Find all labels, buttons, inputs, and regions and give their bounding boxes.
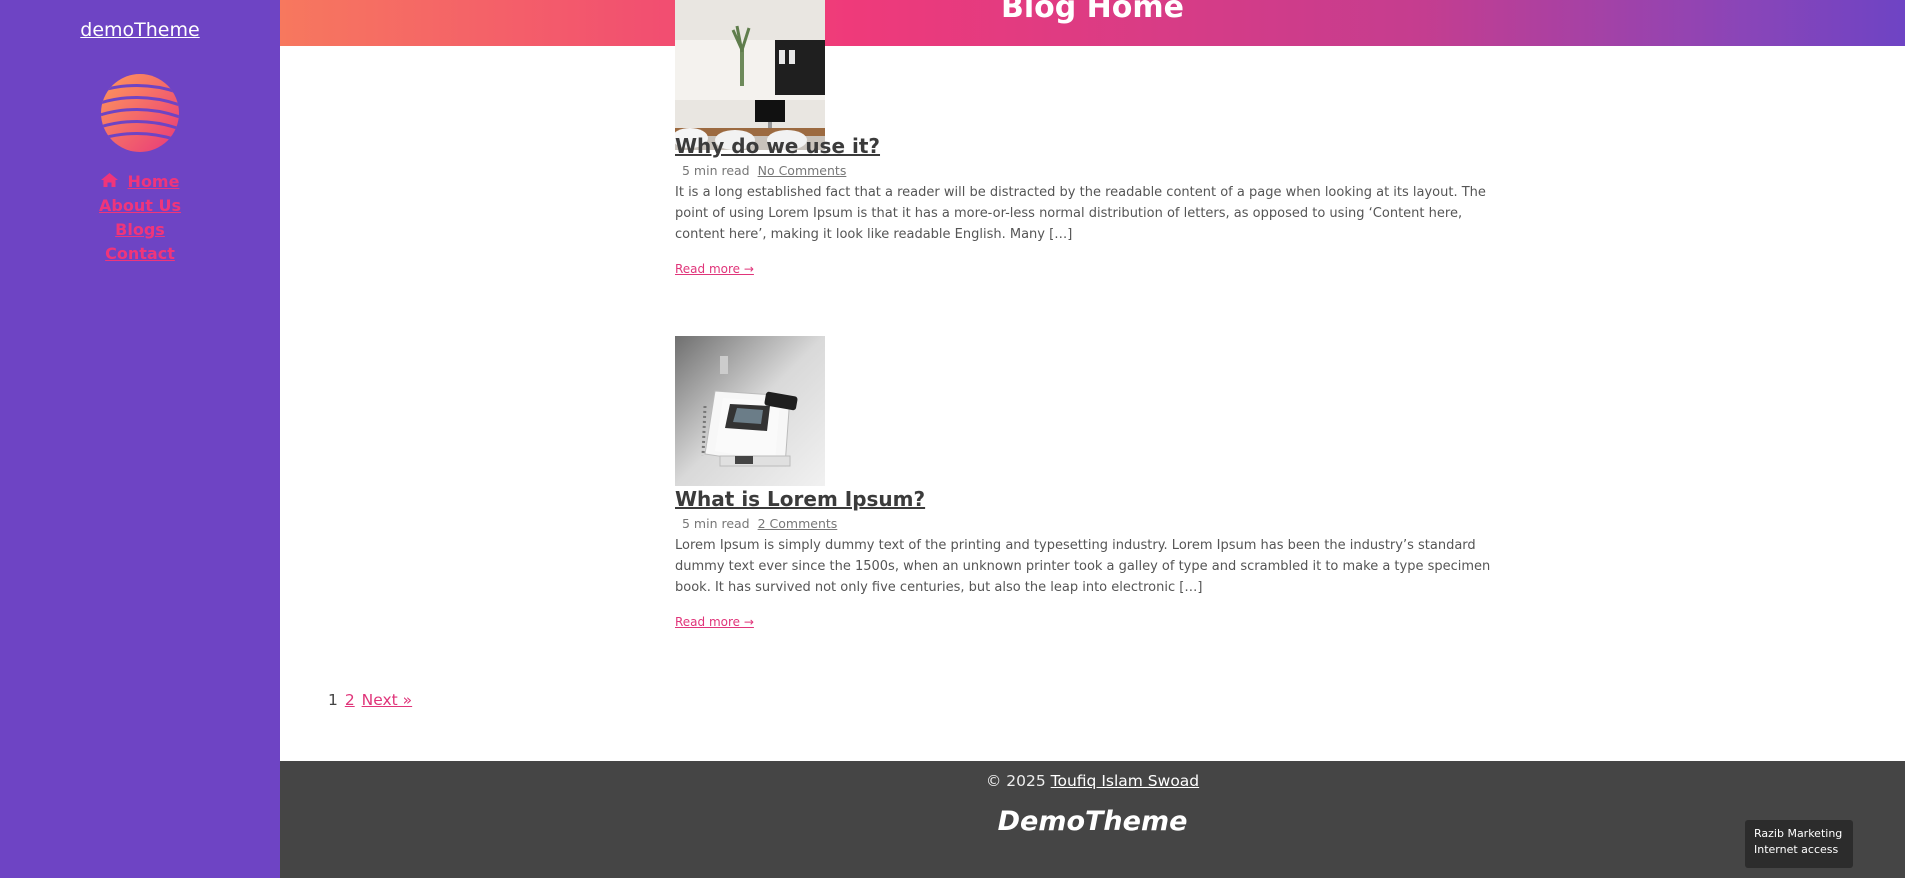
main-nav: Home About Us Blogs Contact bbox=[0, 170, 280, 266]
read-time: 5 min read bbox=[682, 516, 750, 531]
tooltip-line-1: Razib Marketing bbox=[1754, 827, 1843, 840]
copyright: © 2025 Toufiq Islam Swoad bbox=[280, 772, 1905, 790]
footer-brand: DemoTheme bbox=[997, 806, 1188, 837]
nav-link-contact[interactable]: Contact bbox=[105, 244, 175, 263]
site-footer: © 2025 Toufiq Islam Swoad DemoTheme bbox=[280, 761, 1905, 878]
post-meta: 5 min read No Comments bbox=[675, 163, 1515, 178]
nav-item-blogs: Blogs bbox=[0, 218, 280, 242]
comments-link[interactable]: No Comments bbox=[758, 163, 847, 178]
post-thumbnail-desk[interactable] bbox=[675, 0, 825, 150]
nav-link-blogs[interactable]: Blogs bbox=[115, 220, 165, 239]
post-card bbox=[675, 0, 1515, 150]
tooltip-line-2: Internet access bbox=[1754, 843, 1839, 856]
post-excerpt: Lorem Ipsum is simply dummy text of the … bbox=[675, 538, 1491, 595]
pagination: 1 2 Next » bbox=[328, 691, 412, 709]
post-card-why: Why do we use it? 5 min read No Comments… bbox=[675, 133, 1515, 277]
post-title-link[interactable]: Why do we use it? bbox=[675, 134, 880, 158]
post-title-link[interactable]: What is Lorem Ipsum? bbox=[675, 487, 925, 511]
main-content: Why do we use it? 5 min read No Comments… bbox=[280, 0, 1905, 761]
nav-link-home[interactable]: Home bbox=[128, 172, 180, 191]
comments-link[interactable]: 2 Comments bbox=[758, 516, 838, 531]
nav-item-home: Home bbox=[0, 170, 280, 194]
network-tooltip: Razib Marketing Internet access bbox=[1745, 820, 1853, 868]
site-title-link[interactable]: demoTheme bbox=[0, 19, 280, 41]
pagination-current: 1 bbox=[328, 691, 338, 709]
read-time: 5 min read bbox=[682, 163, 750, 178]
pagination-next[interactable]: Next » bbox=[362, 691, 413, 709]
author-link[interactable]: Toufiq Islam Swoad bbox=[1051, 772, 1199, 790]
copyright-prefix: © 2025 bbox=[985, 772, 1046, 790]
nav-item-about: About Us bbox=[0, 194, 280, 218]
home-icon bbox=[100, 170, 118, 194]
post-meta: 5 min read 2 Comments bbox=[675, 516, 1515, 531]
nav-link-about[interactable]: About Us bbox=[99, 196, 181, 215]
post-excerpt: It is a long established fact that a rea… bbox=[675, 185, 1486, 242]
read-more-link[interactable]: Read more → bbox=[675, 615, 754, 629]
read-more-link[interactable]: Read more → bbox=[675, 262, 754, 276]
globe-logo-icon bbox=[100, 73, 180, 153]
sidebar: demoTheme Home About Us Blogs Contact bbox=[0, 0, 280, 878]
post-thumbnail-notebook[interactable] bbox=[675, 336, 825, 486]
post-card-lorem: What is Lorem Ipsum? 5 min read 2 Commen… bbox=[675, 336, 1515, 630]
pagination-page-2[interactable]: 2 bbox=[345, 691, 355, 709]
nav-item-contact: Contact bbox=[0, 242, 280, 266]
